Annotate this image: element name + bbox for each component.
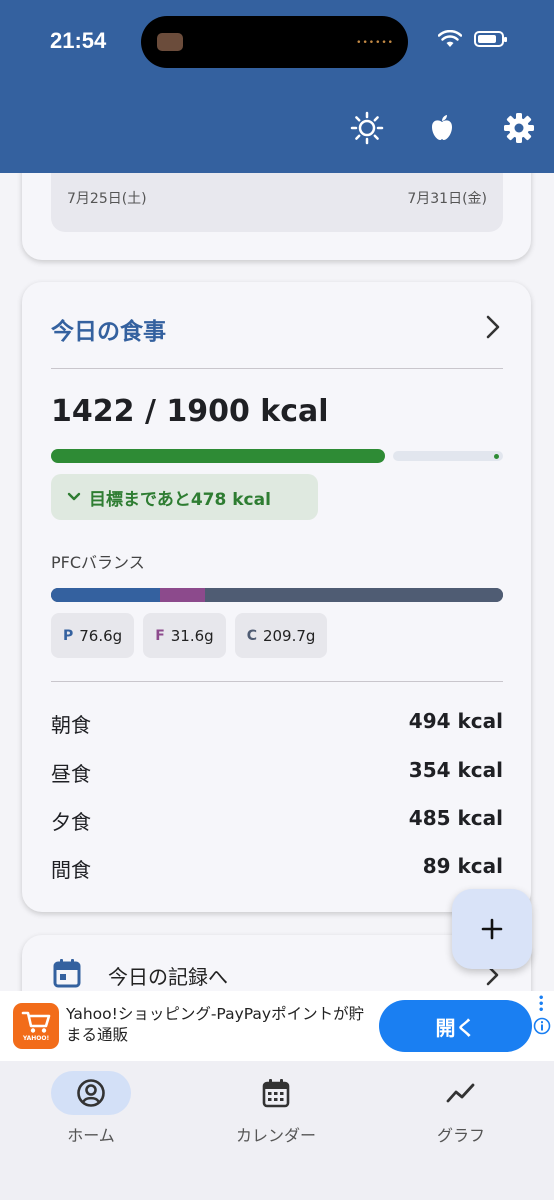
- wifi-icon: [438, 30, 462, 47]
- add-icon: [481, 918, 503, 940]
- fat-value: 31.6g: [170, 626, 214, 645]
- meals-card-title: 今日の食事: [51, 319, 166, 345]
- battery-icon: [474, 31, 507, 47]
- nav-calendar-label: カレンダー: [235, 1126, 316, 1145]
- meal-row-breakfast: 朝食 494 kcal: [51, 709, 503, 738]
- chevron-right-icon[interactable]: [483, 314, 503, 340]
- kcal-total: 1422 / 1900 kcal: [51, 394, 329, 429]
- meal-name: 昼食: [51, 762, 91, 786]
- today-record-label: 今日の記録へ: [108, 965, 228, 989]
- progress-remaining: [393, 451, 503, 461]
- pfc-balance-bar: [51, 588, 503, 602]
- account-circle-icon: [77, 1079, 105, 1107]
- pfc-segment-p: [51, 588, 160, 602]
- app-bar-overlay: 21:54 ••••••: [0, 0, 554, 173]
- meal-row-lunch: 昼食 354 kcal: [51, 758, 503, 787]
- calorie-progress-bar: [51, 449, 503, 463]
- goal-remaining-text: 目標まであと478 kcal: [89, 489, 271, 510]
- nav-graph-label: グラフ: [436, 1126, 485, 1145]
- meal-kcal: 354 kcal: [408, 758, 503, 782]
- protein-letter: P: [63, 627, 74, 644]
- protein-value: 76.6g: [79, 626, 123, 645]
- nav-home-label: ホーム: [67, 1126, 115, 1145]
- pfc-segment-f: [159, 588, 205, 602]
- progress-end-dot: [494, 454, 499, 459]
- ad-open-button[interactable]: 開く: [379, 1000, 532, 1052]
- status-icons-overlay: [438, 30, 507, 48]
- pfc-chips: P 76.6g F 31.6g C 209.7g: [51, 613, 328, 658]
- nav-graph-indicator: [421, 1071, 501, 1115]
- brightness-icon[interactable]: [349, 110, 385, 146]
- island-media-thumbnail-overlay: [157, 33, 183, 51]
- divider: [51, 681, 503, 682]
- status-time-display: 21:54: [50, 28, 107, 53]
- progress-fill: [51, 449, 385, 463]
- fat-letter: F: [155, 627, 165, 644]
- fat-chip: F 31.6g: [143, 613, 226, 658]
- meal-name: 朝食: [51, 713, 91, 737]
- pfc-balance-label: PFCバランス: [51, 553, 145, 572]
- meal-kcal: 485 kcal: [408, 806, 503, 830]
- week-end-date: 7月31日(金): [407, 191, 487, 207]
- ad-info-icon[interactable]: [533, 1017, 551, 1035]
- yahoo-shopping-logo: YAHOO!: [13, 1003, 59, 1049]
- ad-more-icon[interactable]: • • •: [538, 994, 544, 1016]
- meal-name: 間食: [51, 858, 91, 882]
- dynamic-island-overlay: ••••••: [141, 16, 408, 68]
- meal-name: 夕食: [51, 810, 91, 834]
- shopping-cart-icon: [21, 1011, 51, 1033]
- nav-calendar-indicator: [236, 1071, 316, 1115]
- week-start-date: 7月25日(土): [67, 191, 147, 207]
- calendar-icon: [262, 1079, 290, 1108]
- carb-letter: C: [246, 627, 257, 644]
- settings-icon[interactable]: [501, 110, 537, 146]
- nav-graph[interactable]: グラフ: [386, 1071, 536, 1146]
- divider: [51, 368, 503, 369]
- nav-calendar[interactable]: カレンダー: [201, 1071, 351, 1146]
- chevron-down-icon: [67, 492, 81, 501]
- meal-kcal: 494 kcal: [408, 709, 503, 733]
- meal-row-dinner: 夕食 485 kcal: [51, 806, 503, 835]
- apple-icon[interactable]: [424, 110, 460, 146]
- meal-kcal: 89 kcal: [422, 854, 503, 878]
- bottom-navigation: ホーム カレンダー グラフ: [0, 1061, 554, 1200]
- nav-home[interactable]: ホーム: [16, 1071, 166, 1146]
- ad-banner[interactable]: YAHOO! Yahoo!ショッピング-PayPayポイントが貯まる通販 開く …: [0, 991, 554, 1061]
- chart-line-icon: [446, 1083, 475, 1103]
- carb-chip: C 209.7g: [234, 613, 328, 658]
- today-meals-card[interactable]: 今日の食事 1422 / 1900 kcal 目標まであと478 kcal PF…: [22, 282, 531, 912]
- add-meal-fab[interactable]: [452, 889, 532, 969]
- meal-row-snack: 間食 89 kcal: [51, 854, 503, 883]
- protein-chip: P 76.6g: [51, 613, 135, 658]
- nav-home-indicator: [51, 1071, 131, 1115]
- ad-text[interactable]: Yahoo!ショッピング-PayPayポイントが貯まる通販: [66, 1004, 366, 1046]
- ad-logo-text: YAHOO!: [22, 1035, 50, 1042]
- goal-remaining-chip[interactable]: 目標まであと478 kcal: [51, 474, 318, 520]
- calendar-today-icon: [53, 959, 81, 988]
- pfc-segment-c: [204, 588, 503, 602]
- carb-value: 209.7g: [262, 626, 316, 645]
- island-audio-indicator-overlay: ••••••: [356, 38, 394, 48]
